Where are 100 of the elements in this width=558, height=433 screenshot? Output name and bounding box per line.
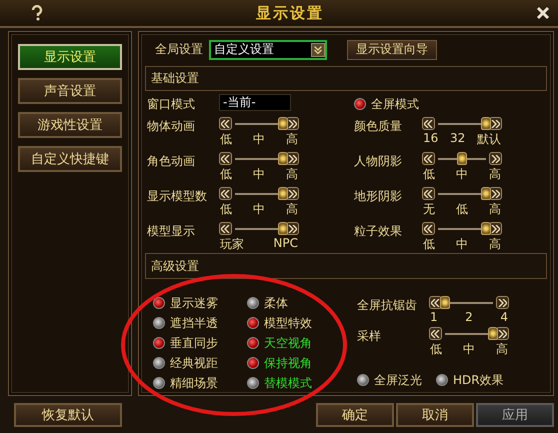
tick-label: 高 — [496, 341, 508, 358]
sidebar-item[interactable]: 声音设置 — [18, 78, 122, 104]
setting-label: 物体动画 — [147, 119, 195, 134]
double-chevron-left-icon — [431, 298, 440, 307]
setting-label: 角色动画 — [147, 154, 195, 168]
double-chevron-left-icon — [221, 190, 230, 198]
tick-label: 低 — [423, 236, 435, 254]
option-label: 显示迷雾 — [170, 294, 218, 312]
tick-label: 玩家 — [220, 236, 244, 254]
help-icon[interactable] — [30, 5, 44, 21]
option-label: 经典视距 — [170, 354, 218, 372]
slider-thumb[interactable] — [481, 186, 491, 200]
tick-label: 中 — [463, 341, 475, 358]
close-icon[interactable] — [536, 6, 550, 20]
tick-label: 默认 — [477, 131, 501, 148]
decrease-button[interactable] — [219, 222, 232, 236]
tick-label: 中 — [253, 131, 265, 148]
slider-thumb[interactable] — [278, 186, 288, 200]
decrease-button[interactable] — [422, 222, 435, 236]
slider-thumb[interactable] — [457, 152, 467, 165]
tick-label: 低 — [456, 201, 468, 218]
slider-thumb[interactable] — [481, 116, 491, 130]
radio-button[interactable] — [436, 374, 448, 386]
tick-label: 中 — [253, 166, 265, 184]
sidebar-item[interactable]: 显示设置 — [18, 44, 122, 70]
tick-label: 2 — [465, 310, 473, 324]
option-label: 柔体 — [264, 294, 288, 312]
window-mode-field[interactable]: -当前- — [219, 94, 291, 112]
tick-label: 4 — [500, 310, 508, 324]
preset-dropdown[interactable]: 自定义设置 — [209, 40, 327, 60]
window-title: 显示设置 — [256, 4, 324, 22]
setting-label: 人物阴影 — [354, 154, 402, 168]
decrease-button[interactable] — [422, 187, 435, 200]
decrease-button[interactable] — [219, 187, 232, 200]
slider-thumb[interactable] — [278, 152, 288, 165]
wizard-button[interactable]: 显示设置向导 — [347, 40, 437, 60]
sidebar-item[interactable]: 自定义快捷键 — [18, 146, 122, 172]
setting-label: 粒子效果 — [354, 224, 402, 238]
sidebar-item[interactable]: 游戏性设置 — [18, 112, 122, 138]
setting-label: 模型显示 — [147, 224, 195, 238]
double-chevron-right-icon — [288, 224, 297, 233]
radio-button[interactable] — [354, 98, 366, 110]
field-label: 窗口模式 — [147, 97, 195, 112]
option-label: 全屏模式 — [371, 96, 419, 113]
decrease-button[interactable] — [422, 117, 435, 130]
double-chevron-left-icon — [221, 120, 230, 128]
radio-button[interactable] — [153, 377, 165, 390]
tick-label: 高 — [489, 166, 501, 184]
chevron-down-icon — [311, 42, 325, 57]
radio-button[interactable] — [247, 317, 259, 330]
radio-button[interactable] — [357, 374, 369, 386]
double-chevron-right-icon — [491, 120, 500, 128]
setting-label: 采样 — [357, 329, 381, 344]
option-label: 模型特效 — [264, 314, 312, 332]
double-chevron-right-icon — [288, 120, 297, 128]
slider-thumb[interactable] — [488, 326, 498, 340]
setting-label: 显示模型数 — [147, 189, 207, 204]
double-chevron-right-icon — [498, 330, 507, 338]
increase-button[interactable] — [496, 296, 509, 310]
double-chevron-left-icon — [424, 190, 433, 198]
double-chevron-left-icon — [221, 224, 230, 233]
double-chevron-left-icon — [431, 330, 440, 338]
field-label: 全局设置 — [155, 41, 203, 58]
tick-label: 低 — [220, 201, 232, 218]
decrease-button[interactable] — [219, 152, 232, 166]
tick-label: 高 — [286, 166, 298, 184]
radio-button[interactable] — [153, 357, 165, 370]
tick-label: 中 — [253, 201, 265, 218]
double-chevron-left-icon — [424, 120, 433, 128]
radio-button[interactable] — [247, 377, 259, 390]
radio-button[interactable] — [153, 297, 165, 310]
slider-thumb[interactable] — [481, 222, 491, 235]
decrease-button[interactable] — [422, 152, 435, 166]
tick-label: 低 — [220, 166, 232, 184]
option-label: 垂直同步 — [170, 334, 218, 352]
slider-thumb[interactable] — [278, 222, 288, 235]
radio-button[interactable] — [153, 337, 165, 350]
slider-thumb[interactable] — [440, 296, 450, 309]
increase-button[interactable] — [489, 152, 502, 166]
dialog-button[interactable]: 取消 — [396, 402, 474, 426]
setting-label: 全屏抗锯齿 — [357, 298, 417, 312]
radio-button[interactable] — [247, 337, 259, 350]
tick-label: 无 — [423, 201, 435, 218]
double-chevron-right-icon — [491, 190, 500, 198]
decrease-button[interactable] — [429, 327, 442, 340]
decrease-button[interactable] — [219, 117, 232, 130]
slider-thumb[interactable] — [278, 116, 288, 130]
tick-label: 高 — [286, 201, 298, 218]
tick-label: 1 — [430, 310, 438, 324]
radio-button[interactable] — [153, 317, 165, 330]
radio-button[interactable] — [247, 357, 259, 370]
tick-label: 高 — [286, 131, 298, 148]
double-chevron-left-icon — [221, 154, 230, 163]
tick-label: 高 — [489, 236, 501, 254]
dialog-button[interactable]: 确定 — [316, 402, 394, 426]
tick-label: 32 — [450, 131, 466, 148]
double-chevron-right-icon — [288, 190, 297, 198]
restore-defaults-button[interactable]: 恢复默认 — [14, 402, 122, 426]
option-label: 全屏泛光 — [374, 372, 422, 389]
radio-button[interactable] — [247, 297, 259, 310]
